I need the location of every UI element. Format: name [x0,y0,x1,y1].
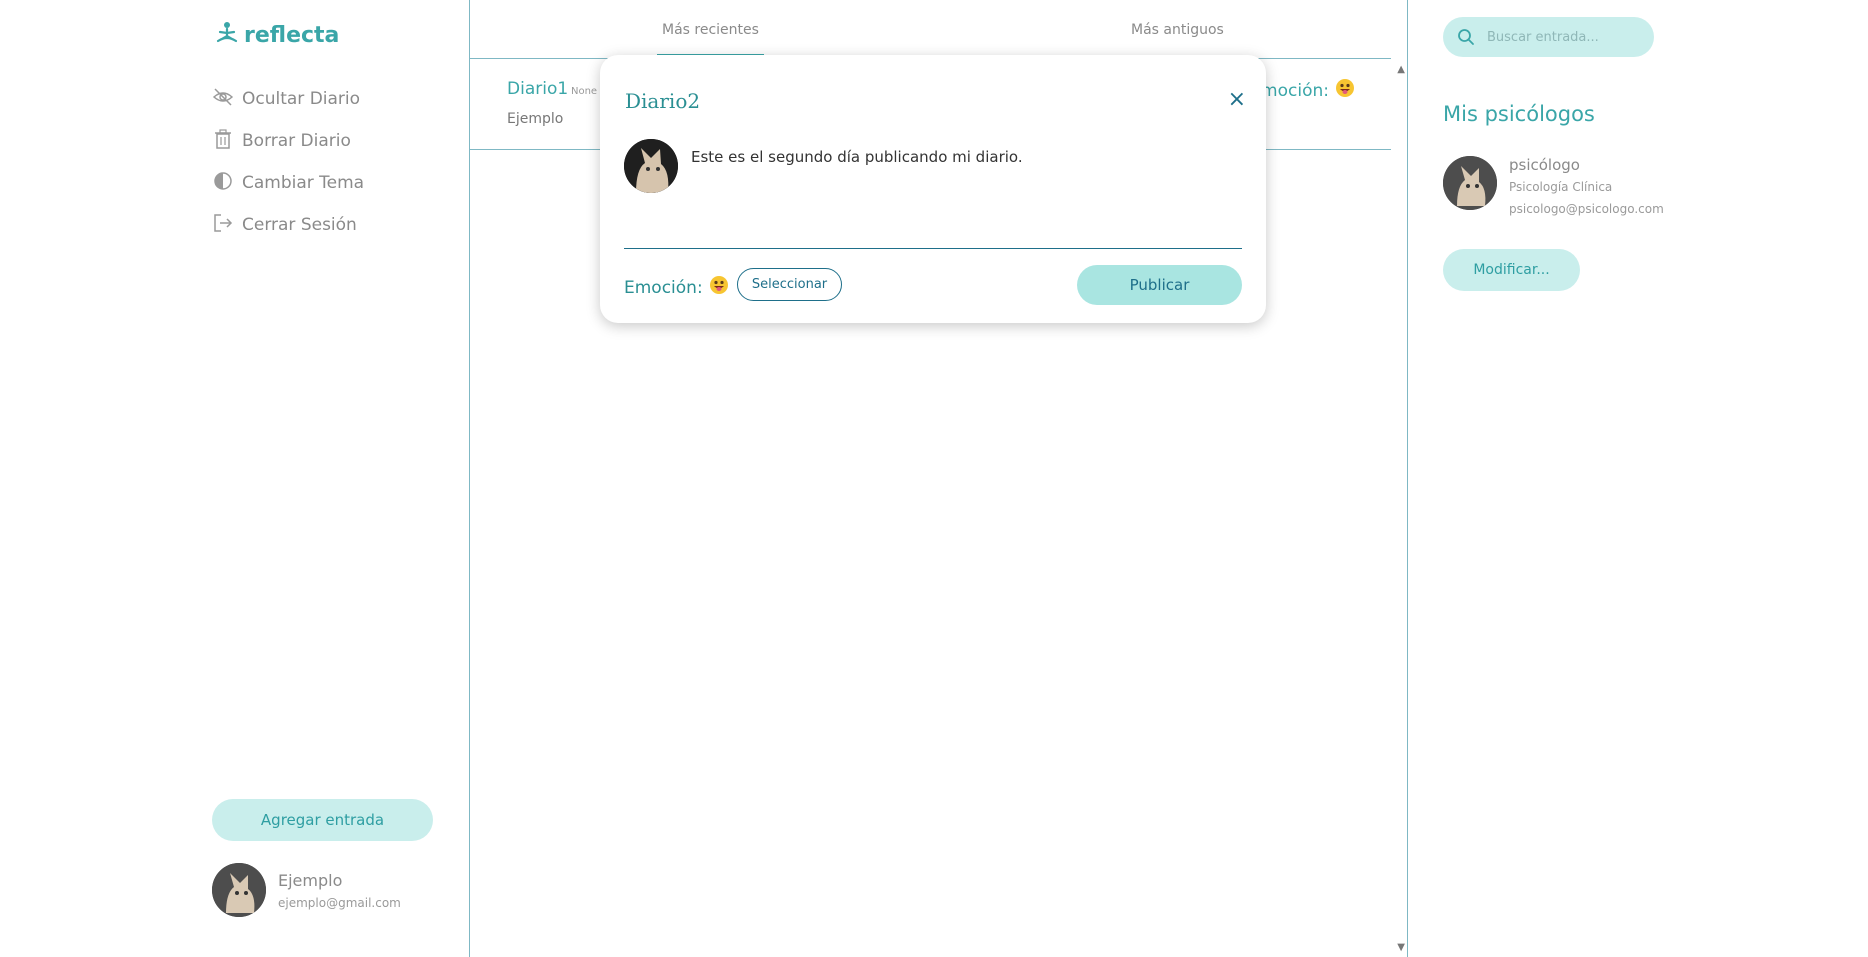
modal-title[interactable]: Diario2 [625,89,700,113]
divider [624,248,1242,249]
tongue-out-emoji-icon [1335,78,1355,103]
new-entry-modal: Diario2 × Este es el segundo día publica… [600,55,1266,323]
entry-tag: None [571,86,598,97]
entry-text-input[interactable]: Este es el segundo día publicando mi dia… [691,148,1023,166]
logout-icon [212,212,242,238]
eye-slash-icon [212,86,242,112]
psychologist-email: psicologo@psicologo.com [1509,202,1664,216]
tab-mas-recientes[interactable]: Más recientes [657,22,764,56]
feed-tabs: Más recientes Más antiguos [470,0,1391,59]
user-profile[interactable]: Ejemplo ejemplo@gmail.com [212,863,401,917]
psychologist-specialty: Psicología Clínica [1509,180,1613,194]
sidebar-menu: Ocultar Diario Borrar Diario Cambiar Tem… [212,78,364,246]
select-emotion-button[interactable]: Seleccionar [737,268,842,301]
trash-icon [212,128,242,154]
search-input[interactable] [1485,28,1639,46]
search-bar[interactable] [1443,17,1654,57]
sidebar-item-borrar-diario[interactable]: Borrar Diario [212,120,364,162]
sidebar-item-ocultar-diario[interactable]: Ocultar Diario [212,78,364,120]
emotion-label: Emoción: [624,277,703,298]
tongue-out-emoji-icon [709,275,729,300]
app-name: reflecta [244,22,340,48]
half-circle-icon [212,170,242,196]
avatar [624,139,678,193]
psychologists-heading: Mis psicólogos [1443,102,1595,126]
left-sidebar: reflecta Ocultar Diario Borrar Diario Ca… [0,0,470,957]
emotion-field: Emoción: [624,275,729,300]
entry-body: Ejemplo [507,111,564,127]
avatar [1443,156,1497,210]
sidebar-item-label: Borrar Diario [242,131,351,151]
scroll-up-arrow-icon[interactable]: ▲ [1397,64,1405,75]
user-name: Ejemplo [278,870,343,890]
sidebar-item-cerrar-sesion[interactable]: Cerrar Sesión [212,204,364,246]
user-email: ejemplo@gmail.com [278,895,401,910]
psychologist-info: psicólogo Psicología Clínica psicologo@p… [1509,156,1664,216]
add-entry-button[interactable]: Agregar entrada [212,799,433,841]
sidebar-item-label: Cambiar Tema [242,173,365,193]
close-icon[interactable]: × [1228,87,1246,112]
tab-mas-antiguos[interactable]: Más antiguos [1131,22,1224,38]
meditation-icon [214,20,240,50]
user-info: Ejemplo ejemplo@gmail.com [278,871,401,910]
scroll-down-arrow-icon[interactable]: ▼ [1397,942,1405,953]
sidebar-item-label: Ocultar Diario [242,89,361,109]
publish-button[interactable]: Publicar [1077,265,1242,305]
modify-button[interactable]: Modificar... [1443,249,1580,291]
sidebar-item-cambiar-tema[interactable]: Cambiar Tema [212,162,364,204]
psychologist-name: psicólogo [1509,156,1580,174]
app-logo[interactable]: reflecta [214,20,339,50]
sidebar-item-label: Cerrar Sesión [242,215,357,235]
psychologist-card[interactable]: psicólogo Psicología Clínica psicologo@p… [1443,156,1664,216]
avatar [212,863,266,917]
entry-title: Diario1 [507,79,569,99]
search-icon [1458,29,1474,45]
entry-emotion: Emoción: [1250,78,1355,103]
